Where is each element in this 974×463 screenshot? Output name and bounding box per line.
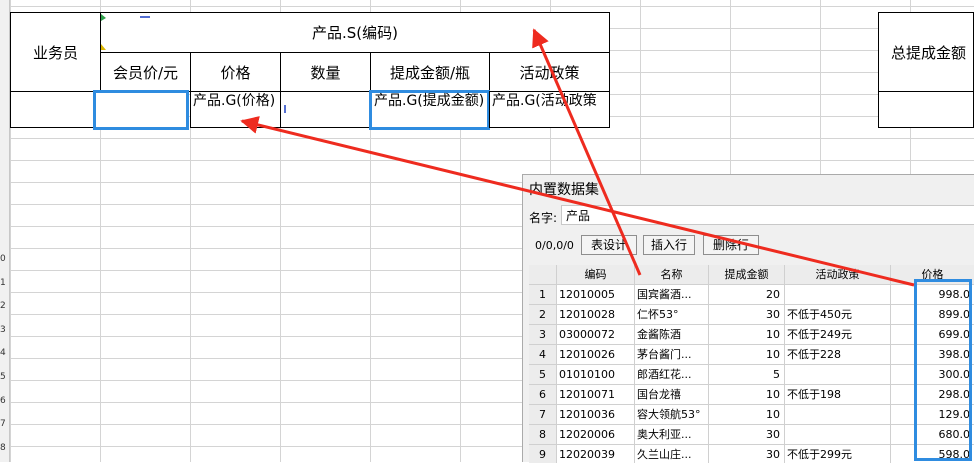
annotation-arrows [101, 14, 915, 287]
green-marker-icon [101, 14, 106, 21]
yellow-marker-icon [101, 44, 106, 50]
arrow-to-price-cell [240, 116, 915, 287]
arrow-to-product-code [532, 28, 642, 276]
